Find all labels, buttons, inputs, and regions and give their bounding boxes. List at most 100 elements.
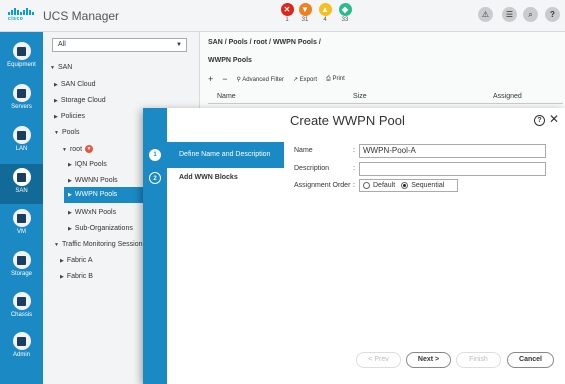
collapsed-arrow-icon: ▶ bbox=[68, 162, 72, 168]
help-icon[interactable]: ? bbox=[545, 7, 560, 22]
tree-node-storage-cloud[interactable]: ▶ Storage Cloud bbox=[54, 97, 106, 104]
nav-san[interactable]: SAN bbox=[0, 164, 43, 204]
top-bar: cisco UCS Manager ✕ 1 ▼ 31 ▲ 4 ◆ 33 ⚠ ☰ … bbox=[0, 0, 565, 32]
nav-admin[interactable]: Admin bbox=[0, 332, 43, 358]
nav-storage[interactable]: Storage bbox=[0, 251, 43, 277]
prev-button[interactable]: < Prev bbox=[356, 352, 401, 368]
table-header: Name Size Assigned bbox=[208, 90, 563, 104]
minor-fault-indicator[interactable]: ▲ 4 bbox=[317, 3, 333, 23]
breadcrumb[interactable]: SAN / Pools / root / WWPN Pools / bbox=[208, 39, 321, 46]
assignment-order-label: Assignment Order bbox=[294, 182, 351, 189]
chassis-icon bbox=[12, 292, 31, 310]
radio-default[interactable] bbox=[363, 182, 370, 189]
tree-node-fabric-a[interactable]: ▶ Fabric A bbox=[60, 257, 93, 264]
remove-button[interactable]: − bbox=[222, 74, 227, 84]
cisco-logo: cisco bbox=[8, 8, 36, 24]
collapsed-arrow-icon: ▶ bbox=[54, 82, 58, 88]
tree-node-policies[interactable]: ▶ Policies bbox=[54, 113, 85, 120]
collapsed-arrow-icon: ▶ bbox=[68, 210, 72, 216]
major-fault-indicator[interactable]: ▼ 31 bbox=[297, 3, 313, 23]
assignment-order-group: Default Sequential bbox=[359, 179, 458, 192]
tree-node-sub-organizations[interactable]: ▶ Sub-Organizations bbox=[68, 225, 133, 232]
tree-node-wwnn-pools[interactable]: ▶ WWNN Pools bbox=[68, 177, 118, 184]
description-label: Description bbox=[294, 165, 330, 172]
org-root-icon: ▼ bbox=[85, 145, 94, 153]
step-number: 2 bbox=[149, 172, 161, 184]
export-icon: ↗ bbox=[292, 76, 300, 83]
step-label: Add WWN Blocks bbox=[179, 174, 238, 181]
tree-node-wwxn-pools[interactable]: ▶ WWxN Pools bbox=[68, 209, 116, 216]
chevron-down-icon: ▼ bbox=[176, 42, 182, 48]
step-number: 1 bbox=[149, 149, 161, 161]
tree-node-san-cloud[interactable]: ▶ SAN Cloud bbox=[54, 81, 96, 88]
help-icon[interactable]: ? bbox=[534, 115, 545, 126]
lan-icon bbox=[12, 126, 31, 144]
expanded-arrow-icon: ▼ bbox=[54, 130, 59, 136]
minor-fault-count: 4 bbox=[323, 17, 327, 23]
storage-icon bbox=[12, 251, 31, 269]
minor-fault-icon: ▲ bbox=[318, 3, 332, 16]
collapsed-arrow-icon: ▶ bbox=[60, 274, 64, 280]
nav-lan[interactable]: LAN bbox=[0, 126, 43, 152]
nav-chassis[interactable]: Chassis bbox=[0, 292, 43, 318]
san-icon bbox=[12, 168, 31, 186]
description-input[interactable] bbox=[359, 162, 546, 176]
collapsed-arrow-icon: ▶ bbox=[54, 98, 58, 104]
admin-icon bbox=[12, 332, 31, 350]
advanced-filter-button[interactable]: ⚲ Advanced Filter bbox=[237, 76, 284, 83]
nav-equipment[interactable]: Equipment bbox=[0, 42, 43, 68]
equipment-icon bbox=[12, 42, 31, 60]
expanded-arrow-icon: ▼ bbox=[62, 146, 67, 153]
warning-icon: ◆ bbox=[338, 3, 352, 16]
wizard-steps-panel: 1 Define Name and Description 2 Add WWN … bbox=[143, 108, 284, 384]
name-input[interactable]: WWPN-Pool-A bbox=[359, 144, 546, 158]
dialog-title: Create WWPN Pool bbox=[290, 113, 405, 128]
warning-count: 33 bbox=[341, 17, 349, 23]
table-toolbar: + − ⚲ Advanced Filter ↗ Export ⎙ Print bbox=[208, 74, 345, 84]
radio-sequential[interactable] bbox=[401, 182, 409, 189]
tree-node-pools[interactable]: ▼ Pools bbox=[54, 129, 79, 136]
search-icon[interactable]: ⌕ bbox=[523, 7, 538, 22]
app-title: UCS Manager bbox=[43, 9, 120, 23]
critical-fault-indicator[interactable]: ✕ 1 bbox=[279, 3, 295, 23]
expanded-arrow-icon: ▼ bbox=[50, 65, 55, 71]
collapsed-arrow-icon: ▶ bbox=[60, 258, 64, 264]
next-button[interactable]: Next > bbox=[406, 352, 451, 368]
left-navigation: Equipment Servers LAN SAN VM Storage Cha… bbox=[0, 32, 43, 384]
collapsed-arrow-icon: ▶ bbox=[68, 192, 72, 198]
alert-icon[interactable]: ⚠ bbox=[478, 7, 493, 22]
export-button[interactable]: ↗ Export bbox=[293, 76, 317, 83]
nav-vm[interactable]: VM bbox=[0, 209, 43, 235]
column-assigned[interactable]: Assigned bbox=[493, 93, 522, 100]
cancel-button[interactable]: Cancel bbox=[507, 352, 554, 368]
add-button[interactable]: + bbox=[208, 74, 213, 84]
collapsed-arrow-icon: ▶ bbox=[68, 226, 72, 232]
tree-node-root[interactable]: ▼ root ▼ bbox=[62, 145, 94, 153]
collapsed-arrow-icon: ▶ bbox=[68, 178, 72, 184]
finish-button[interactable]: Finish bbox=[456, 352, 501, 368]
critical-fault-count: 1 bbox=[285, 17, 289, 23]
tree-node-iqn-pools[interactable]: ▶ IQN Pools bbox=[68, 161, 107, 168]
name-label: Name bbox=[294, 147, 313, 154]
tree-node-fabric-b[interactable]: ▶ Fabric B bbox=[60, 273, 93, 280]
major-fault-icon: ▼ bbox=[298, 3, 312, 16]
radio-sequential-label: Sequential bbox=[411, 182, 445, 189]
tree-node-traffic-monitoring[interactable]: ▼ Traffic Monitoring Sessions bbox=[54, 241, 146, 248]
warning-indicator[interactable]: ◆ 33 bbox=[337, 3, 353, 23]
column-size[interactable]: Size bbox=[353, 93, 367, 100]
vm-icon bbox=[12, 209, 31, 227]
section-title: WWPN Pools bbox=[208, 57, 252, 64]
print-button[interactable]: ⎙ Print bbox=[326, 76, 345, 83]
filter-dropdown[interactable]: All ▼ bbox=[52, 38, 187, 52]
column-name[interactable]: Name bbox=[217, 93, 236, 100]
close-icon[interactable]: ✕ bbox=[549, 112, 559, 126]
nav-servers[interactable]: Servers bbox=[0, 84, 43, 110]
options-icon[interactable]: ☰ bbox=[502, 7, 517, 22]
servers-icon bbox=[12, 84, 31, 102]
wizard-step-1[interactable]: 1 Define Name and Description bbox=[143, 142, 284, 168]
tree-node-san[interactable]: ▼ SAN bbox=[50, 64, 72, 71]
expanded-arrow-icon: ▼ bbox=[54, 242, 59, 248]
critical-fault-icon: ✕ bbox=[280, 3, 294, 16]
major-fault-count: 31 bbox=[301, 17, 309, 23]
step-label: Define Name and Description bbox=[179, 151, 271, 158]
